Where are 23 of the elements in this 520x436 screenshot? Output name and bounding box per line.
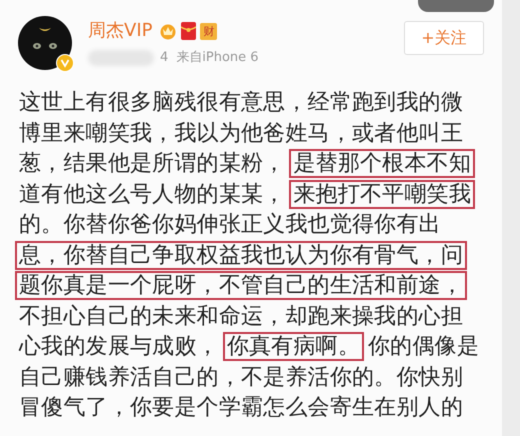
- post-source: 来自iPhone 6: [176, 49, 259, 67]
- post-text: 你的偶像是: [367, 333, 480, 361]
- post-text: 的。你替你爸你妈伸张正义我也觉得你有出: [18, 211, 442, 239]
- avatar[interactable]: [18, 16, 72, 70]
- post-text: 心我的发展与成败，: [18, 333, 220, 361]
- highlighted-text: 是替那个根本不知: [289, 149, 476, 178]
- post-text: 自己赚钱养活自己的，不是养活你的。你快别: [18, 364, 464, 392]
- highlighted-text: 你真有病啊。: [222, 332, 364, 361]
- highlighted-text: 来抱打不平嘲笑我: [289, 180, 476, 208]
- post-text: 道有他这么号人物的某某，: [18, 180, 286, 208]
- wealth-badge: 财: [200, 22, 218, 40]
- post-time: 4: [160, 49, 168, 67]
- follow-button[interactable]: +关注: [404, 21, 484, 55]
- post-text: 博里来嘲笑我，我以为他爸姓马，或者他叫王: [18, 120, 464, 148]
- post-text: 这世上有很多脑残很有意思，经常跑到我的微: [18, 89, 464, 117]
- highlighted-text: 题你真是一个屁呀，不管自己的生活和前途，: [15, 271, 467, 300]
- author-name[interactable]: 周杰VIP: [88, 20, 152, 42]
- envelope-icon: [181, 22, 196, 40]
- post-text: 冒傻气了，你要是个学霸怎么会寄生在别人的: [18, 394, 464, 422]
- crown-badge-icon: [159, 22, 178, 40]
- post-text: 不担心自己的未来和命运，却跑来操我的心担: [18, 302, 464, 330]
- highlighted-text: 息，你替自己争取权益我也认为你有骨气，问: [15, 240, 467, 270]
- post-text: 葱，结果他是所谓的某粉，: [18, 150, 286, 178]
